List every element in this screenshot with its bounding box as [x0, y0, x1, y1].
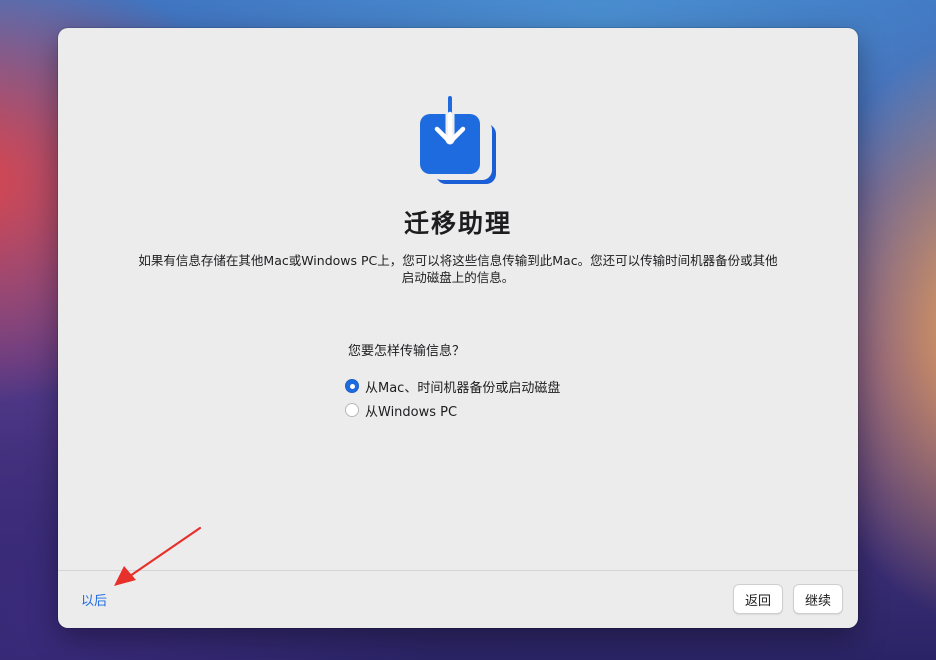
- option-from-windows-pc[interactable]: 从Windows PC: [345, 398, 560, 422]
- transfer-question: 您要怎样传输信息？: [348, 344, 466, 359]
- continue-button[interactable]: 继续: [793, 584, 843, 614]
- back-button[interactable]: 返回: [733, 584, 783, 614]
- page-title: 迁移助理: [403, 209, 512, 238]
- radio-selected-icon[interactable]: [345, 379, 359, 393]
- option-from-windows-pc-label: 从Windows PC: [365, 404, 458, 420]
- footer-divider: [58, 570, 858, 571]
- description-text: 如果有信息存储在其他Mac或Windows PC上，您可以将这些信息传输到此Ma…: [138, 253, 778, 285]
- transfer-method-radio-group: 从Mac、时间机器备份或启动磁盘 从Windows PC: [345, 374, 560, 422]
- migration-assistant-icon: [420, 96, 496, 184]
- option-from-mac-label: 从Mac、时间机器备份或启动磁盘: [365, 380, 561, 396]
- later-link[interactable]: 以后: [81, 590, 107, 609]
- migration-assistant-window: 迁移助理 如果有信息存储在其他Mac或Windows PC上，您可以将这些信息传…: [58, 28, 858, 628]
- radio-unselected-icon[interactable]: [345, 403, 359, 417]
- option-from-mac[interactable]: 从Mac、时间机器备份或启动磁盘: [345, 374, 560, 398]
